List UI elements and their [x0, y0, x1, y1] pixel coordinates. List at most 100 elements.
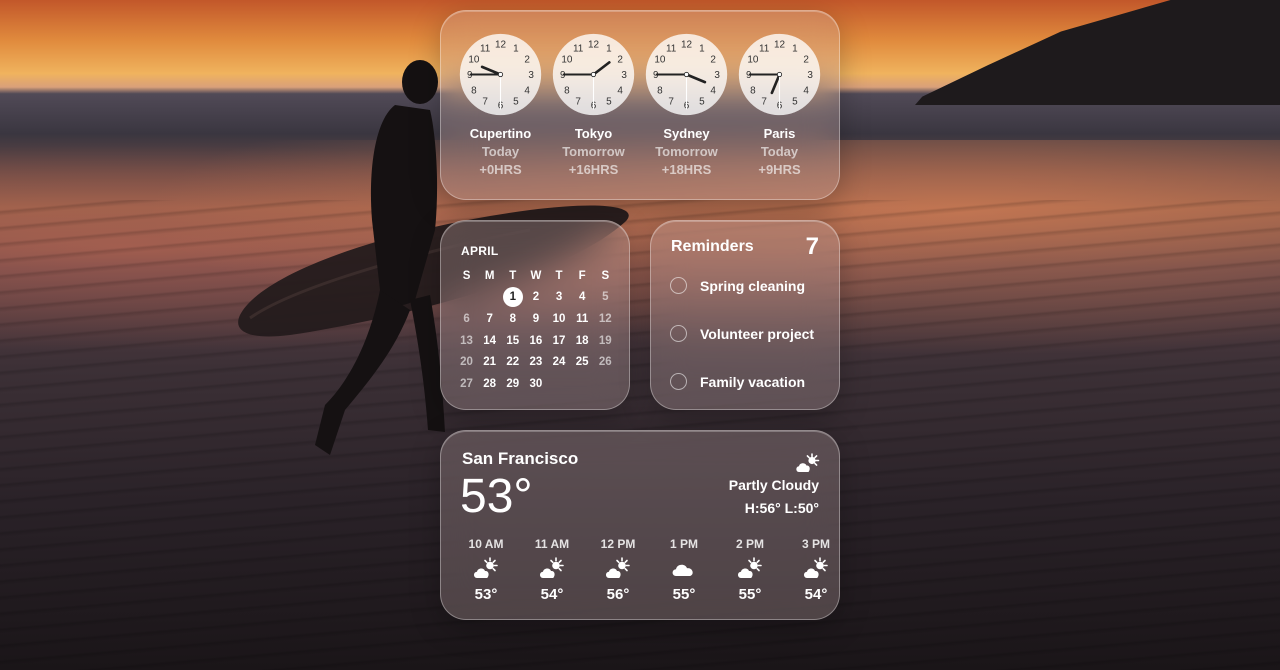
hourly-icon-wrap [453, 557, 519, 581]
hourly-item: 3 PM 54° [783, 537, 849, 603]
clock-numeral: 3 [621, 70, 627, 81]
calendar-weekday-header: F [578, 269, 586, 282]
analog-clock-icon: 121234567891011 [552, 33, 635, 116]
calendar-day[interactable]: 2 [524, 291, 547, 303]
desktop-wallpaper: 121234567891011 Cupertino Today +0HRS 12… [0, 0, 1280, 670]
calendar-grid: S M T W T F S 1 2 3 4 5 6 7 8 9 10 11 12 13 14 15 16 17 18 19 20 21… [455, 265, 617, 395]
partly-sunny-icon [796, 453, 820, 472]
calendar-day[interactable]: 5 [594, 291, 617, 303]
calendar-weekday-header: T [509, 269, 517, 282]
clock-numeral: 1 [513, 43, 519, 54]
clock-numeral: 12 [774, 39, 786, 50]
reminders-widget[interactable]: Reminders 7 Spring cleaning Volunteer pr… [650, 220, 840, 410]
world-clock-widget[interactable]: 121234567891011 Cupertino Today +0HRS 12… [440, 10, 840, 200]
clock-day: Tomorrow [562, 144, 625, 159]
calendar-day[interactable]: 18 [571, 335, 594, 347]
calendar-day[interactable]: 6 [455, 313, 478, 325]
calendar-day[interactable]: 12 [594, 313, 617, 325]
clock-numeral: 11 [666, 43, 677, 54]
calendar-day[interactable]: 21 [478, 356, 501, 368]
weather-current-temp: 53° [460, 470, 533, 523]
hourly-icon-wrap [783, 557, 849, 581]
clock-offset: +16HRS [568, 162, 619, 177]
clock-numeral: 3 [714, 70, 720, 81]
today-marker: 1 [502, 287, 523, 308]
clock-numeral: 2 [524, 55, 530, 66]
calendar-day[interactable]: 23 [524, 356, 547, 368]
clock-numeral: 5 [606, 97, 612, 108]
clock-numeral: 10 [468, 55, 480, 66]
calendar-day[interactable]: 13 [455, 335, 478, 347]
cloud-icon [672, 564, 693, 576]
hourly-time: 1 PM [669, 537, 698, 551]
calendar-day[interactable]: 20 [455, 356, 478, 368]
calendar-day[interactable]: 14 [478, 335, 501, 347]
hourly-time: 10 AM [468, 537, 504, 551]
hourly-item: 2 PM 55° [717, 537, 783, 603]
clock-numeral: 4 [617, 85, 623, 96]
clock-numeral: 3 [528, 70, 534, 81]
clock-numeral: 8 [564, 85, 570, 96]
clock-center [683, 71, 690, 78]
reminder-checkbox[interactable] [670, 325, 687, 342]
calendar-weekday-header: W [530, 269, 542, 282]
hourly-item: 10 AM 53° [453, 537, 519, 603]
calendar-weekday-header: S [601, 269, 610, 282]
hourly-icon-wrap [717, 557, 783, 581]
clock-numeral: 11 [759, 43, 770, 54]
clock-center [776, 71, 783, 78]
clock-numeral: 2 [803, 55, 809, 66]
clock-numeral: 8 [750, 85, 756, 96]
clock-city: Cupertino [469, 126, 532, 141]
hourly-temp: 55° [738, 586, 762, 603]
clock-numeral: 2 [710, 55, 716, 66]
calendar-day[interactable]: 28 [478, 378, 501, 390]
hourly-temp: 55° [672, 586, 696, 603]
calendar-day[interactable]: 26 [594, 356, 617, 368]
calendar-day[interactable]: 3 [548, 291, 571, 303]
calendar-day[interactable]: 8 [501, 313, 524, 325]
hourly-forecast: 10 AM 53° 11 AM 54° 12 PM 56° 1 PM 55° 2 PM 55° 3 … [453, 537, 849, 603]
reminder-checkbox[interactable] [670, 373, 687, 390]
clock-offset: +18HRS [661, 162, 712, 177]
calendar-day[interactable]: 15 [501, 335, 524, 347]
clock-tokyo: 121234567891011 Tokyo Tomorrow +16HRS [552, 33, 635, 177]
reminder-label: Volunteer project [700, 325, 815, 342]
calendar-day[interactable]: 9 [524, 313, 547, 325]
clock-row: 121234567891011 Cupertino Today +0HRS 12… [459, 33, 821, 177]
calendar-day[interactable]: 17 [548, 335, 571, 347]
clock-numeral: 5 [513, 97, 519, 108]
reminder-item[interactable]: Spring cleaning [670, 277, 805, 294]
calendar-day[interactable]: 16 [524, 335, 547, 347]
calendar-day[interactable]: 19 [594, 335, 617, 347]
calendar-day[interactable]: 7 [478, 313, 501, 325]
calendar-day-today[interactable]: 1 [501, 287, 524, 308]
calendar-day[interactable]: 22 [501, 356, 524, 368]
calendar-day[interactable]: 11 [571, 313, 594, 325]
calendar-day[interactable]: 30 [524, 378, 547, 390]
calendar-weekday-header: S [462, 269, 471, 282]
calendar-day[interactable]: 24 [548, 356, 571, 368]
calendar-day[interactable]: 25 [571, 356, 594, 368]
reminder-label: Spring cleaning [700, 277, 806, 294]
reminder-checkbox[interactable] [670, 277, 687, 294]
calendar-day[interactable]: 29 [501, 378, 524, 390]
calendar-day[interactable]: 27 [455, 378, 478, 390]
clock-numeral: 5 [699, 97, 705, 108]
clock-center [497, 71, 504, 78]
partly-sunny-icon [474, 557, 498, 578]
analog-clock-icon: 121234567891011 [459, 33, 542, 116]
calendar-day[interactable]: 10 [548, 313, 571, 325]
headland-silhouette [915, 0, 1280, 105]
weather-widget[interactable]: San Francisco 53° Partly Cloudy H:56° L:… [440, 430, 840, 620]
reminder-item[interactable]: Volunteer project [670, 325, 814, 342]
calendar-widget[interactable]: APRIL S M T W T F S 1 2 3 4 5 6 7 8 9 10 11 12 13 14 15 16 17 18… [440, 220, 630, 410]
clock-paris: 121234567891011 Paris Today +9HRS [738, 33, 821, 177]
clock-numeral: 4 [524, 85, 530, 96]
calendar-weekday-header: T [555, 269, 563, 282]
clock-numeral: 11 [480, 43, 491, 54]
reminder-item[interactable]: Family vacation [670, 373, 805, 390]
hourly-time: 11 AM [534, 537, 570, 551]
calendar-day[interactable]: 4 [571, 291, 594, 303]
clock-sydney: 121234567891011 Sydney Tomorrow +18HRS [645, 33, 728, 177]
